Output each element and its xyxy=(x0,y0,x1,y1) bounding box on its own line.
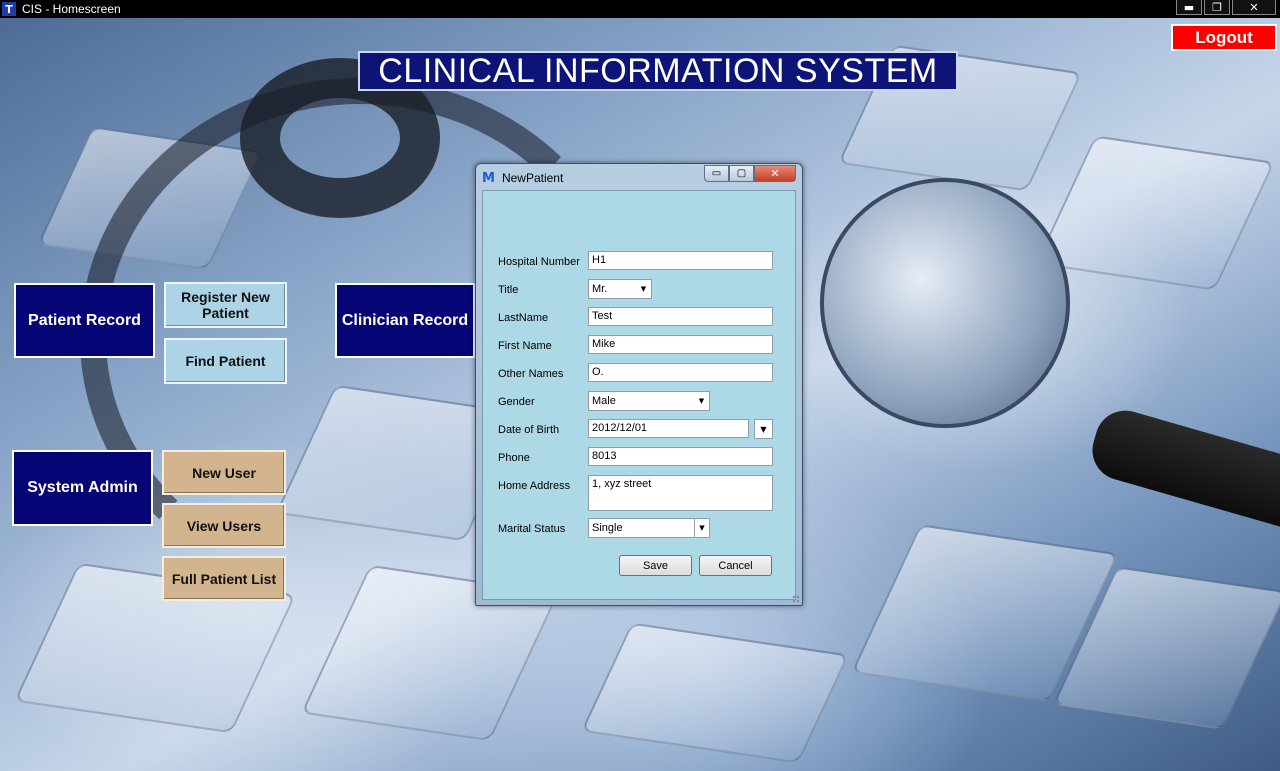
last-name-label: LastName xyxy=(498,312,549,324)
app-icon: T xyxy=(2,2,16,16)
dialog-close-icon[interactable]: ✕ xyxy=(754,165,796,182)
marital-status-select[interactable]: Single ▼ xyxy=(588,518,710,538)
minimize-icon[interactable]: ▬ xyxy=(1176,0,1202,15)
keyboard-key-shape xyxy=(580,622,850,764)
hospital-number-label: Hospital Number xyxy=(498,256,580,268)
first-name-field[interactable]: Mike xyxy=(588,335,773,354)
stethoscope-bell-shape xyxy=(820,178,1070,428)
dialog-app-icon: M xyxy=(482,170,495,186)
close-icon[interactable]: ✕ xyxy=(1232,0,1276,15)
dialog-controls: ▭ ▢ ✕ xyxy=(704,165,796,182)
date-of-birth-field[interactable]: 2012/12/01 xyxy=(588,419,749,438)
chevron-down-icon: ▼ xyxy=(698,397,705,405)
new-user-button[interactable]: New User xyxy=(162,450,286,495)
full-patient-list-button[interactable]: Full Patient List xyxy=(162,556,286,601)
other-names-field[interactable]: O. xyxy=(588,363,773,382)
gender-label: Gender xyxy=(498,396,535,408)
home-address-label: Home Address xyxy=(498,480,571,492)
marital-status-select-value: Single xyxy=(592,522,623,534)
dialog-maximize-icon[interactable]: ▢ xyxy=(729,165,754,182)
find-patient-button[interactable]: Find Patient xyxy=(164,338,287,384)
keyboard-key-shape xyxy=(1035,135,1275,291)
calendar-dropdown-icon[interactable]: ▼ xyxy=(754,419,773,439)
maximize-icon[interactable]: ❐ xyxy=(1204,0,1230,15)
view-users-button[interactable]: View Users xyxy=(162,503,286,548)
phone-label: Phone xyxy=(498,452,530,464)
phone-field[interactable]: 8013 xyxy=(588,447,773,466)
chevron-down-icon: ▼ xyxy=(640,285,647,293)
dialog-form: Hospital Number H1 Title Mr. ▼ LastName … xyxy=(482,190,796,600)
clinician-record-tile[interactable]: Clinician Record xyxy=(335,283,475,358)
title-select[interactable]: Mr. ▼ xyxy=(588,279,652,299)
date-of-birth-label: Date of Birth xyxy=(498,424,560,436)
window-titlebar: T CIS - Homescreen ▬ ❐ ✕ xyxy=(0,0,1280,18)
other-names-label: Other Names xyxy=(498,368,564,380)
last-name-field[interactable]: Test xyxy=(588,307,773,326)
page-title: CLINICAL INFORMATION SYSTEM xyxy=(358,51,958,91)
chevron-down-icon: ▼ xyxy=(694,519,709,537)
home-address-field[interactable]: 1, xyz street xyxy=(588,475,773,511)
gender-select-value: Male xyxy=(592,395,616,407)
dialog-minimize-icon[interactable]: ▭ xyxy=(704,165,729,182)
resize-grip-icon[interactable] xyxy=(792,595,800,603)
cancel-button[interactable]: Cancel xyxy=(699,555,772,576)
title-label: Title xyxy=(498,284,519,296)
new-patient-dialog: M NewPatient ▭ ▢ ✕ Hospital Number H1 Ti… xyxy=(475,163,803,606)
patient-record-tile[interactable]: Patient Record xyxy=(14,283,155,358)
register-new-patient-button[interactable]: Register New Patient xyxy=(164,282,287,328)
dialog-title: NewPatient xyxy=(501,171,564,185)
first-name-label: First Name xyxy=(498,340,552,352)
system-admin-tile[interactable]: System Admin xyxy=(12,450,153,526)
pen-shape xyxy=(1085,403,1280,543)
logout-button[interactable]: Logout xyxy=(1171,24,1277,51)
window-controls: ▬ ❐ ✕ xyxy=(1176,0,1276,16)
marital-status-label: Marital Status xyxy=(498,523,566,535)
title-select-value: Mr. xyxy=(592,283,608,295)
window-title: CIS - Homescreen xyxy=(22,2,121,16)
save-button[interactable]: Save xyxy=(619,555,692,576)
hospital-number-field[interactable]: H1 xyxy=(588,251,773,270)
dialog-titlebar: M NewPatient xyxy=(482,168,563,188)
gender-select[interactable]: Male ▼ xyxy=(588,391,710,411)
